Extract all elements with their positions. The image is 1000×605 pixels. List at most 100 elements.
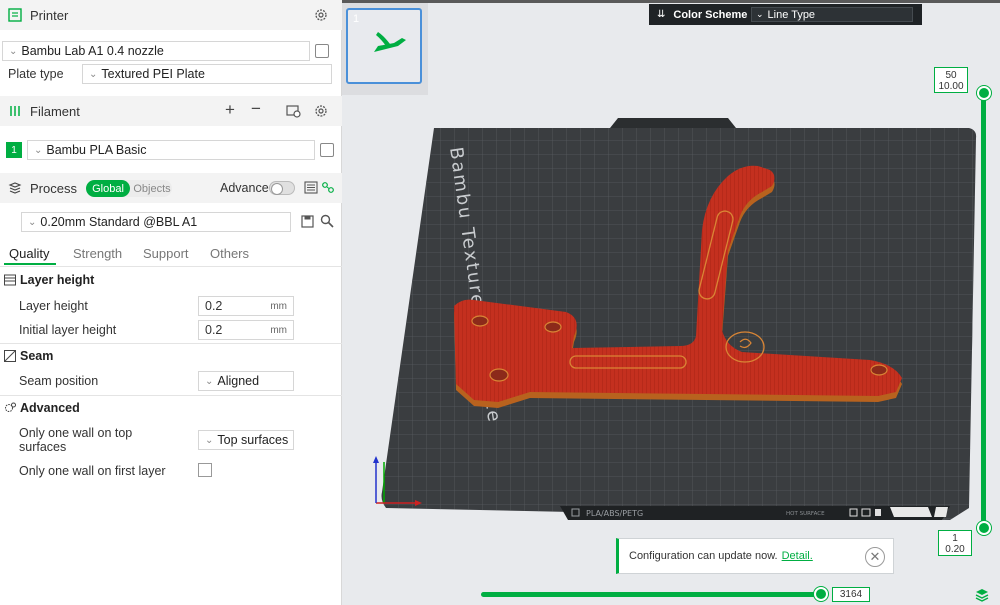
filament-title: Filament [30,103,80,119]
chevron-down-icon: ⌄ [9,45,18,57]
plate-filament-tag: PLA/ABS/PETG [586,509,643,518]
save-preset-icon[interactable] [301,215,314,228]
layer-height-value: 0.2 [205,299,223,313]
filament-icon [8,104,22,118]
move-slider-track[interactable] [481,592,822,597]
one-wall-top-label: Only one wall on top surfaces [19,426,133,454]
layer-slider-top-handle[interactable] [977,86,991,100]
active-tab-indicator [4,263,56,265]
process-tabs: Quality Strength Support Others [0,244,342,266]
printer-title: Printer [30,7,69,23]
model-hole [471,315,489,327]
add-filament-icon[interactable]: + [225,100,235,120]
model-hole [489,368,509,382]
process-icon [8,181,22,195]
close-icon[interactable]: ✕ [865,547,885,567]
group-divider [0,395,342,396]
layer-height-group-title: Layer height [4,273,94,287]
printer-section-header: Printer [0,0,342,30]
process-preset-select[interactable]: ⌄ 0.20mm Standard @BBL A1 [21,212,291,232]
remove-filament-icon[interactable]: − [251,99,261,119]
settings-panel: Printer ⌄ Bambu Lab A1 0.4 nozzle Plate … [0,0,342,605]
model-hole [544,321,562,333]
notice-detail-link[interactable]: Detail. [782,550,813,562]
initial-layer-height-value: 0.2 [205,323,223,337]
layer-bottom-number: 1 [952,533,958,544]
layer-bottom-label: 1 0.20 [938,530,972,556]
toggle-objects[interactable]: Objects [132,180,172,197]
one-wall-first-checkbox[interactable] [198,463,212,477]
layers-icon [4,274,16,286]
tabs-divider [0,266,342,267]
plate-hot-tag: HOT SURFACE [786,511,825,517]
tab-others[interactable]: Others [210,246,249,261]
chevron-down-icon: ⌄ [34,144,43,156]
printer-model-select[interactable]: ⌄ Bambu Lab A1 0.4 nozzle [2,41,310,61]
printer-model-value: Bambu Lab A1 0.4 nozzle [21,44,164,58]
filament-slot-badge[interactable]: 1 [6,142,22,158]
global-objects-toggle[interactable]: Global Objects [86,180,172,197]
advanced-group-label: Advanced [20,401,80,415]
config-update-notice: Configuration can update now. Detail. ✕ [616,538,894,574]
toggle-global[interactable]: Global [86,180,130,197]
initial-layer-height-unit: mm [270,324,287,336]
plate-strip-icon [875,509,881,516]
process-preset-value: 0.20mm Standard @BBL A1 [40,215,198,229]
chevron-down-icon: ⌄ [205,375,214,387]
tab-strength[interactable]: Strength [73,246,122,261]
chevron-down-icon: ⌄ [205,434,214,446]
move-slider-value: 3164 [832,587,870,602]
seam-position-value: Aligned [217,374,260,388]
plate-strip-block [890,507,932,517]
plate-type-label: Plate type [8,67,64,81]
z-axis-arrow [373,456,379,463]
printer-settings-gear-icon[interactable] [314,8,328,22]
notice-text: Configuration can update now. [629,550,778,562]
one-wall-first-label: Only one wall on first layer [19,464,166,478]
list-view-icon[interactable] [304,181,318,194]
initial-layer-height-label: Initial layer height [19,323,117,337]
seam-icon [4,350,16,362]
plate-type-select[interactable]: ⌄ Textured PEI Plate [82,64,332,84]
advance-label: Advance [220,181,269,195]
process-title: Process [30,180,77,196]
compare-presets-icon[interactable] [321,181,335,194]
layer-height-label: Layer height [19,299,88,313]
3d-viewport[interactable]: 1 ⇊ Color Scheme ⌄ Line Type Bambu Textu… [342,0,1000,605]
chevron-down-icon: ⌄ [89,68,98,80]
advanced-group-title: Advanced [4,401,80,415]
model-hole [870,364,888,376]
chevron-down-icon: ⌄ [28,216,37,228]
seam-group-label: Seam [20,349,54,363]
printer-icon [8,8,22,22]
one-wall-top-select[interactable]: ⌄ Top surfaces [198,430,294,450]
build-plate-scene: Bambu Textured PEI Plate PLA/ABS/PETG HO… [373,118,977,520]
filament-section-header: Filament + − [0,96,342,126]
advance-switch[interactable] [269,181,295,195]
seam-position-label: Seam position [19,374,99,388]
plate-strip-block [934,507,948,517]
layer-slider-track[interactable] [981,92,986,528]
layer-height-input[interactable]: 0.2 mm [198,296,294,316]
layers-stack-icon[interactable] [975,588,989,602]
layer-bottom-height: 0.20 [945,544,965,555]
search-icon[interactable] [320,214,334,228]
layer-height-group-label: Layer height [20,273,95,287]
one-wall-top-value: Top surfaces [217,433,289,447]
layer-height-unit: mm [270,300,287,312]
layer-top-height: 10.00 [938,81,964,92]
filament-settings-gear-icon[interactable] [314,104,328,118]
tab-support[interactable]: Support [143,246,189,261]
layer-slider-bottom-handle[interactable] [977,521,991,535]
printer-edit-icon[interactable] [315,44,329,58]
move-slider-handle[interactable] [814,587,828,601]
layer-top-label: 50 10.00 [934,67,968,93]
sync-filament-icon[interactable] [286,104,301,118]
filament-value: Bambu PLA Basic [46,143,147,157]
initial-layer-height-input[interactable]: 0.2 mm [198,320,294,340]
seam-position-select[interactable]: ⌄ Aligned [198,371,294,391]
tab-quality[interactable]: Quality [9,246,49,261]
filament-edit-icon[interactable] [320,143,334,157]
filament-select[interactable]: ⌄ Bambu PLA Basic [27,140,315,160]
plate-type-value: Textured PEI Plate [101,67,205,81]
